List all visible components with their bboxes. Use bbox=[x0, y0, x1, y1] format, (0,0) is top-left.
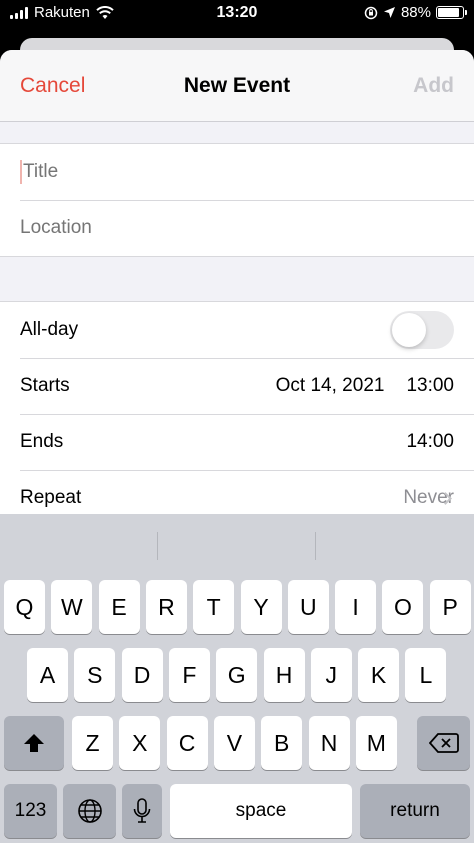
key-s[interactable]: S bbox=[74, 648, 116, 702]
key-r[interactable]: R bbox=[145, 580, 187, 634]
key-v[interactable]: V bbox=[213, 716, 255, 770]
text-caret bbox=[20, 160, 22, 184]
key-d[interactable]: D bbox=[121, 648, 163, 702]
key-x[interactable]: X bbox=[119, 716, 161, 770]
globe-icon bbox=[77, 799, 102, 823]
location-input[interactable] bbox=[20, 217, 420, 239]
starts-row[interactable]: Starts Oct 14, 2021 13:00 bbox=[0, 358, 474, 414]
suggestion-bar bbox=[0, 514, 474, 578]
key-row-1: QWERTYUIOP bbox=[0, 580, 474, 634]
battery-icon bbox=[436, 6, 467, 19]
key-n[interactable]: N bbox=[308, 716, 350, 770]
return-key[interactable]: return bbox=[360, 784, 470, 838]
status-right: 88% bbox=[364, 4, 467, 21]
time-group: All-day Starts Oct 14, 2021 13:00 Ends 1… bbox=[0, 301, 474, 527]
key-f[interactable]: F bbox=[168, 648, 210, 702]
status-bar: Rakuten 13:20 88% bbox=[0, 0, 474, 26]
starts-time[interactable]: 13:00 bbox=[406, 375, 454, 397]
title-location-group bbox=[0, 143, 474, 257]
ends-value: 14:00 bbox=[406, 431, 454, 453]
key-b[interactable]: B bbox=[261, 716, 303, 770]
ends-time[interactable]: 14:00 bbox=[406, 431, 454, 453]
key-t[interactable]: T bbox=[193, 580, 235, 634]
key-g[interactable]: G bbox=[216, 648, 258, 702]
add-button[interactable]: Add bbox=[413, 74, 454, 98]
space-key[interactable]: space bbox=[170, 784, 352, 838]
key-row-2: ASDFGHJKL bbox=[0, 648, 474, 702]
key-l[interactable]: L bbox=[405, 648, 447, 702]
repeat-label: Repeat bbox=[20, 487, 82, 508]
shift-key[interactable] bbox=[4, 716, 64, 770]
key-w[interactable]: W bbox=[51, 580, 93, 634]
key-q[interactable]: Q bbox=[4, 580, 45, 634]
ends-label: Ends bbox=[20, 431, 64, 452]
allday-label: All-day bbox=[20, 319, 79, 340]
keyboard: QWERTYUIOP ASDFGHJKL ZXCVBNM 123 space r… bbox=[0, 514, 474, 843]
key-z[interactable]: Z bbox=[72, 716, 113, 770]
key-k[interactable]: K bbox=[358, 648, 400, 702]
key-p[interactable]: P bbox=[429, 580, 471, 634]
nav-bar: Cancel New Event Add bbox=[0, 50, 474, 122]
title-input[interactable] bbox=[23, 161, 423, 183]
key-m[interactable]: M bbox=[355, 716, 397, 770]
backspace-icon bbox=[428, 733, 459, 753]
numbers-key[interactable]: 123 bbox=[4, 784, 57, 838]
key-u[interactable]: U bbox=[287, 580, 329, 634]
microphone-icon bbox=[133, 798, 151, 823]
key-c[interactable]: C bbox=[166, 716, 208, 770]
key-h[interactable]: H bbox=[263, 648, 305, 702]
key-a[interactable]: A bbox=[27, 648, 68, 702]
toggle-knob bbox=[392, 313, 426, 347]
key-row-3: ZXCVBNM bbox=[0, 716, 474, 770]
starts-value: Oct 14, 2021 13:00 bbox=[276, 375, 454, 397]
location-row[interactable] bbox=[0, 200, 474, 256]
title-row[interactable] bbox=[0, 144, 474, 200]
ends-row[interactable]: Ends 14:00 bbox=[0, 414, 474, 470]
key-y[interactable]: Y bbox=[240, 580, 282, 634]
key-e[interactable]: E bbox=[98, 580, 140, 634]
allday-row: All-day bbox=[0, 302, 474, 358]
key-j[interactable]: J bbox=[310, 648, 352, 702]
location-arrow-icon bbox=[383, 7, 395, 18]
page-title: New Event bbox=[183, 74, 291, 97]
suggestion-divider bbox=[315, 532, 316, 560]
allday-toggle[interactable] bbox=[390, 311, 454, 349]
key-row-4: 123 space return bbox=[0, 784, 474, 838]
rotation-lock-icon bbox=[364, 6, 378, 19]
globe-key[interactable] bbox=[63, 784, 116, 838]
key-o[interactable]: O bbox=[382, 580, 424, 634]
battery-fill bbox=[438, 8, 460, 17]
key-i[interactable]: I bbox=[335, 580, 377, 634]
dictation-key[interactable] bbox=[122, 784, 162, 838]
starts-label: Starts bbox=[20, 375, 70, 396]
battery-percent: 88% bbox=[400, 4, 431, 21]
shift-icon bbox=[24, 734, 44, 752]
starts-date[interactable]: Oct 14, 2021 bbox=[276, 375, 385, 397]
suggestion-divider bbox=[157, 532, 158, 560]
delete-key[interactable] bbox=[417, 716, 470, 770]
